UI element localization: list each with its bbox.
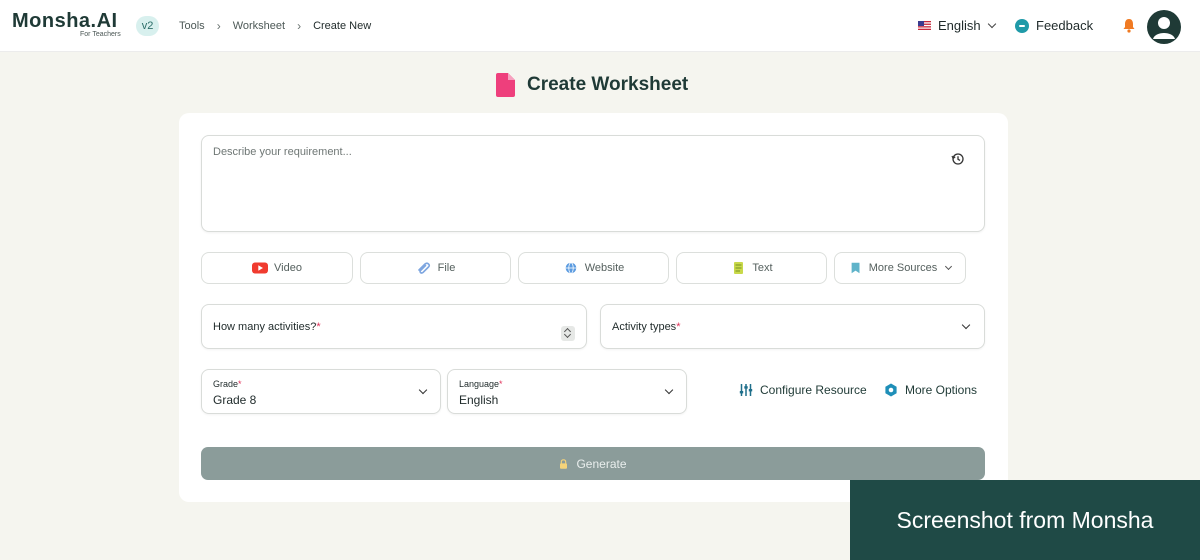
chevron-down-icon — [418, 385, 428, 395]
configure-resource-label: Configure Resource — [760, 383, 867, 397]
user-avatar[interactable] — [1147, 10, 1181, 44]
grade-label: Grade* — [213, 379, 242, 389]
text-label: Text — [752, 262, 773, 274]
us-flag-icon — [918, 21, 931, 30]
number-stepper[interactable] — [561, 326, 575, 341]
required-mark: * — [499, 379, 503, 389]
chevron-down-icon — [961, 320, 971, 330]
activity-types-select[interactable]: Activity types* — [600, 304, 985, 349]
breadcrumb-create-new: Create New — [313, 20, 372, 32]
more-sources-label: More Sources — [868, 262, 938, 274]
breadcrumb-tools[interactable]: Tools — [179, 20, 205, 32]
gear-icon — [885, 383, 897, 397]
top-navigation-bar: Monsha.AI For Teachers v2 Tools › Worksh… — [0, 0, 1200, 52]
feedback-button[interactable]: Feedback — [1015, 18, 1093, 33]
generate-label: Generate — [576, 456, 627, 471]
document-icon — [496, 73, 515, 97]
language-value: English — [459, 393, 499, 407]
logo-text: Monsha.AI — [12, 10, 118, 32]
activity-count-input[interactable]: How many activities?* — [201, 304, 587, 349]
user-icon — [1153, 17, 1175, 39]
requirement-box — [201, 135, 985, 232]
monsha-logo[interactable]: Monsha.AI For Teachers — [12, 10, 121, 38]
screenshot-watermark: Screenshot from Monsha — [850, 480, 1200, 560]
video-label: Video — [274, 262, 302, 274]
more-sources-dropdown[interactable]: More Sources — [834, 252, 966, 284]
page-title-text: Create Worksheet — [527, 74, 689, 95]
grade-value: Grade 8 — [213, 393, 257, 407]
language-field-label: Language* — [459, 379, 503, 389]
video-source-button[interactable]: Video — [201, 252, 353, 284]
website-label: Website — [584, 262, 625, 274]
website-source-button[interactable]: Website — [518, 252, 669, 284]
language-label: English — [938, 18, 981, 33]
required-mark: * — [238, 379, 242, 389]
activity-types-label: Activity types* — [612, 321, 681, 333]
language-select[interactable]: Language* English — [447, 369, 687, 414]
grade-select[interactable]: Grade* Grade 8 — [201, 369, 441, 414]
required-mark: * — [316, 321, 321, 333]
more-options-button[interactable]: More Options — [884, 383, 977, 397]
more-options-label: More Options — [905, 383, 978, 397]
source-buttons: Video File Website Text More Sources — [201, 252, 981, 284]
chevron-down-icon — [945, 262, 953, 270]
chat-bubble-icon — [1015, 18, 1029, 33]
bell-icon[interactable] — [1122, 18, 1136, 33]
worksheet-form-card: Video File Website Text — [179, 113, 1008, 502]
required-mark: * — [676, 321, 681, 333]
breadcrumb: Tools › Worksheet › Create New — [179, 18, 372, 33]
generate-button[interactable]: Generate — [201, 447, 985, 480]
logo-subtitle: For Teachers — [80, 31, 121, 38]
notepad-icon — [734, 262, 744, 274]
lock-icon — [560, 458, 568, 469]
configure-resource-button[interactable]: Configure Resource — [739, 383, 867, 397]
breadcrumb-worksheet[interactable]: Worksheet — [233, 20, 285, 32]
feedback-label: Feedback — [1036, 18, 1094, 33]
text-source-button[interactable]: Text — [676, 252, 827, 284]
chevron-down-icon — [987, 19, 996, 28]
requirement-input[interactable] — [213, 146, 933, 222]
bookmark-icon — [851, 262, 860, 274]
language-selector[interactable]: English — [918, 18, 996, 33]
file-label: File — [437, 262, 456, 274]
page-title: Create Worksheet — [496, 73, 688, 97]
youtube-icon — [252, 262, 269, 274]
chevron-right-icon: › — [297, 18, 302, 33]
chevron-right-icon: › — [216, 18, 221, 33]
version-badge: v2 — [136, 16, 159, 36]
globe-icon — [565, 262, 577, 274]
chevron-down-icon — [664, 385, 674, 395]
activity-count-label: How many activities?* — [213, 321, 321, 333]
history-icon[interactable] — [951, 152, 965, 166]
paperclip-icon — [417, 262, 430, 274]
file-source-button[interactable]: File — [360, 252, 511, 284]
sliders-icon — [739, 384, 753, 396]
